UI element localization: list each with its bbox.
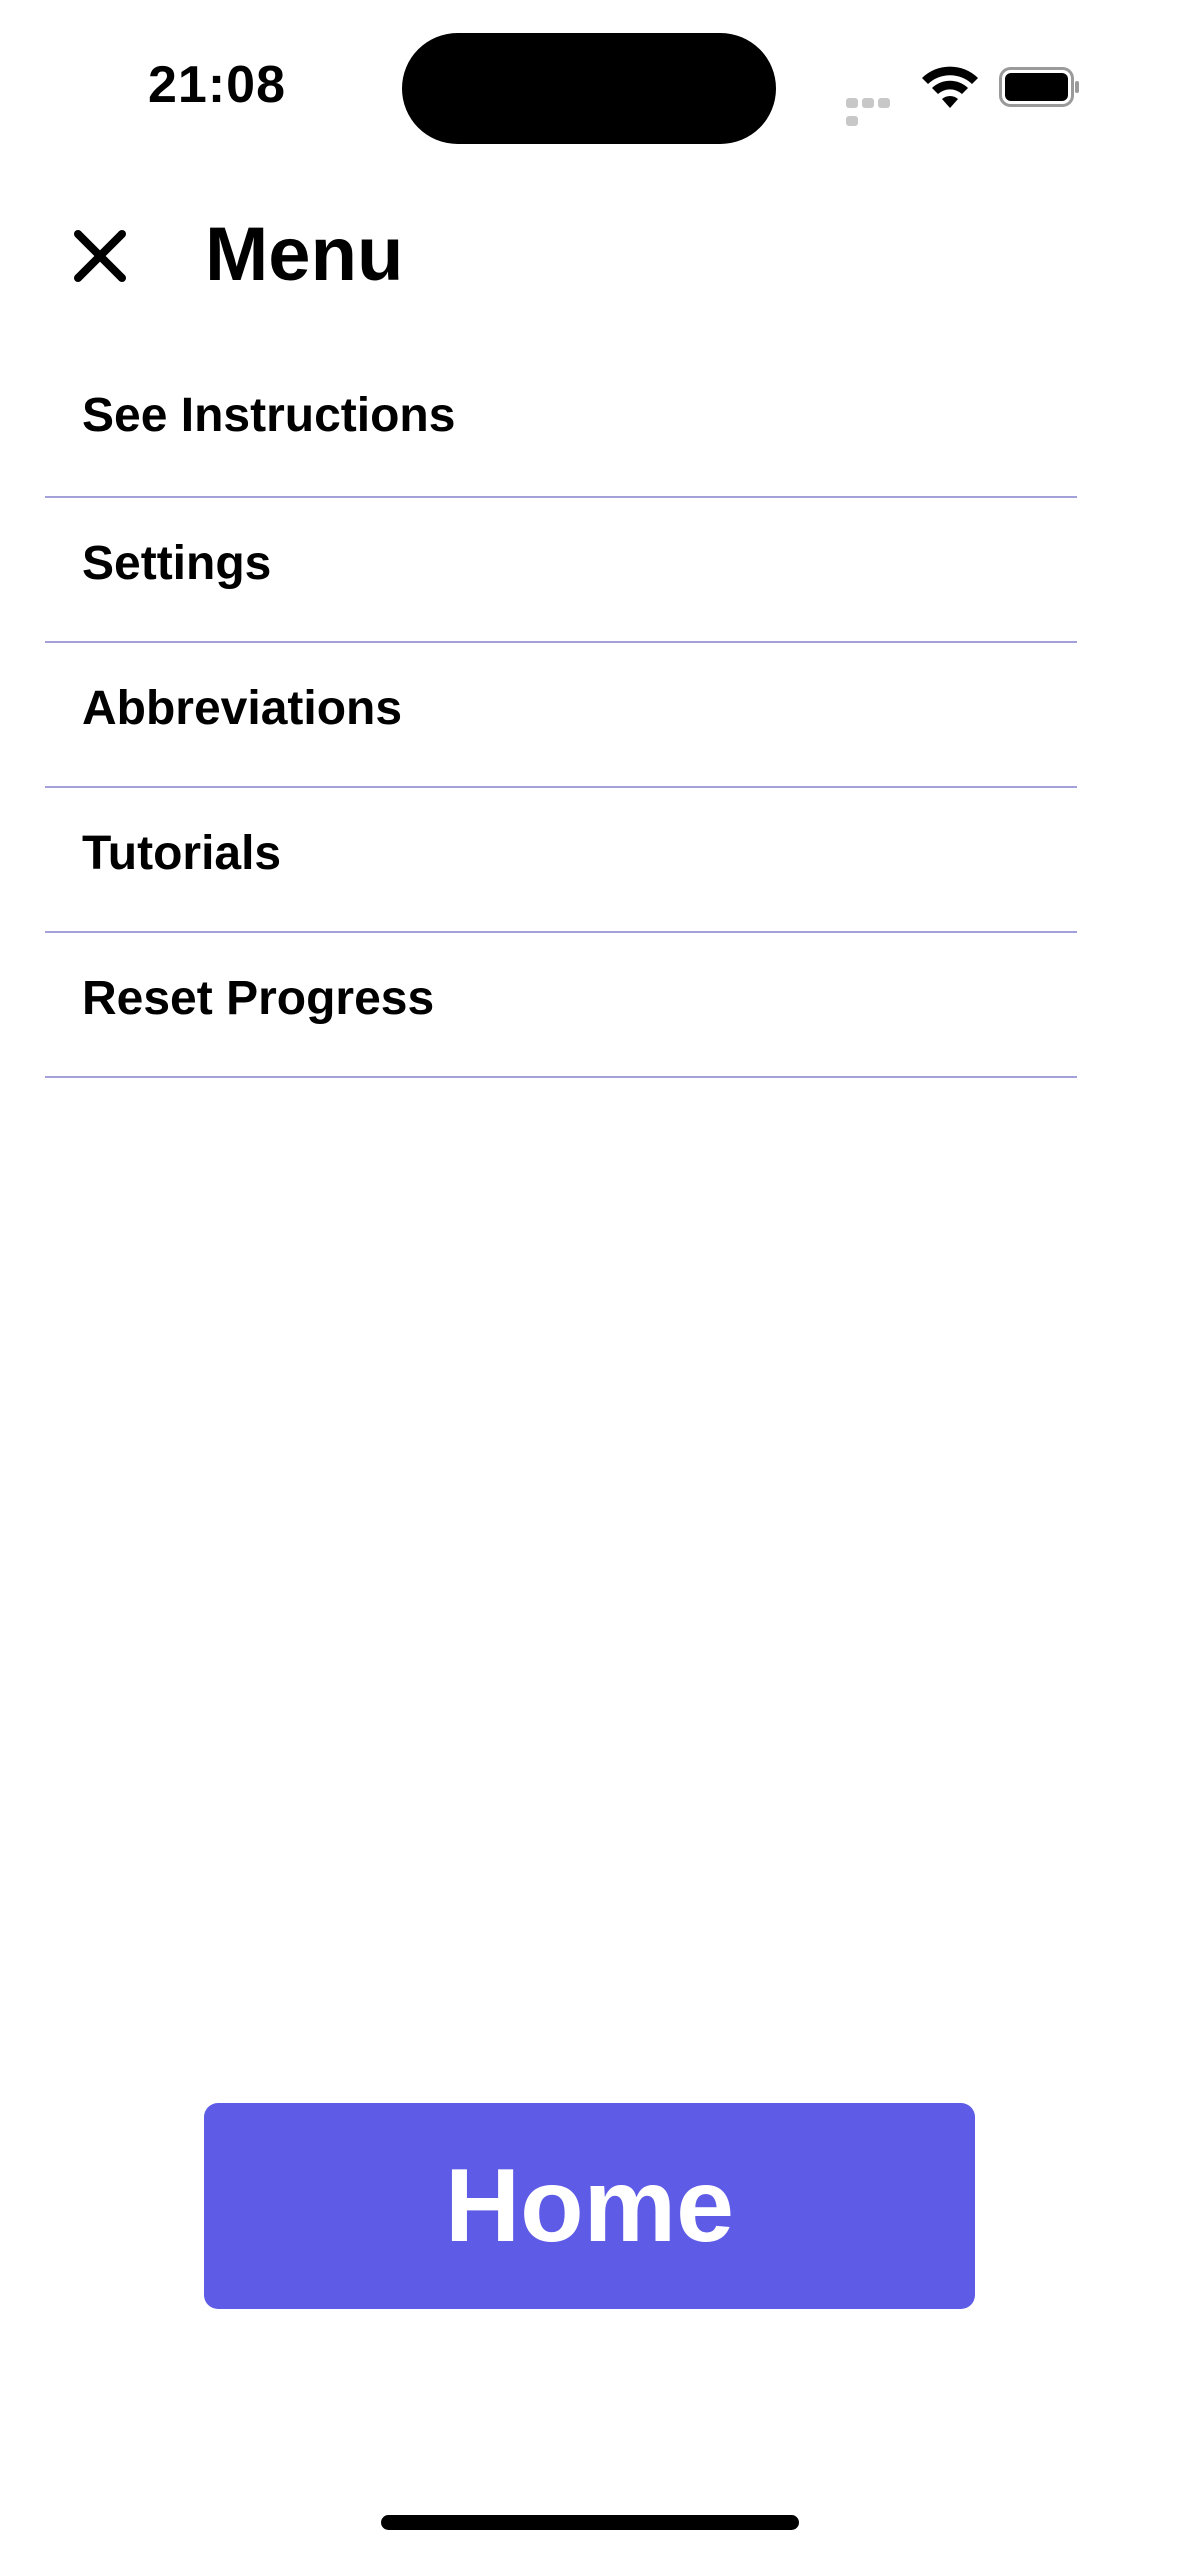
dynamic-island	[402, 33, 776, 144]
home-indicator[interactable]	[381, 2515, 799, 2530]
menu-item-label: Settings	[82, 537, 272, 590]
home-button[interactable]: Home	[204, 2103, 975, 2309]
menu-item-label: See Instructions	[82, 389, 456, 442]
wifi-icon	[922, 66, 978, 108]
menu-item-reset-progress[interactable]: Reset Progress	[45, 933, 1077, 1078]
menu-item-abbreviations[interactable]: Abbreviations	[45, 643, 1077, 788]
signal-icon	[846, 95, 906, 126]
menu-item-label: Tutorials	[82, 827, 282, 880]
battery-icon	[999, 67, 1079, 107]
menu-item-label: Abbreviations	[82, 682, 403, 735]
close-button[interactable]	[62, 218, 138, 294]
menu-list: See Instructions Settings Abbreviations …	[45, 350, 1077, 1078]
close-icon	[74, 230, 126, 282]
menu-item-see-instructions[interactable]: See Instructions	[45, 350, 1077, 498]
status-time: 21:08	[148, 56, 286, 114]
menu-item-label: Reset Progress	[82, 972, 435, 1025]
page-title: Menu	[205, 212, 404, 297]
menu-item-tutorials[interactable]: Tutorials	[45, 788, 1077, 933]
menu-item-settings[interactable]: Settings	[45, 498, 1077, 643]
